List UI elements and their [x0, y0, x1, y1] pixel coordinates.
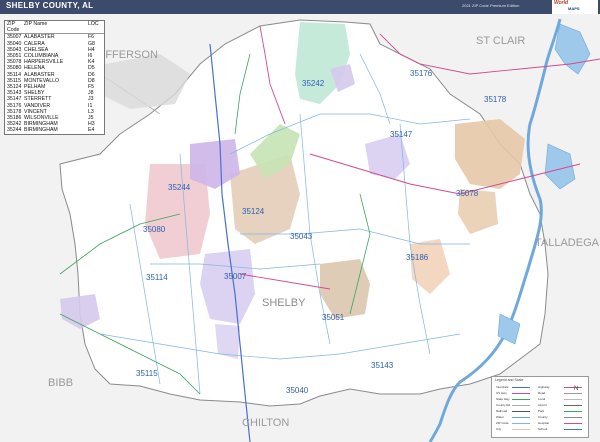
- zip-name-cell: BIRMINGHAM: [24, 127, 58, 134]
- zip-table-header: ZIP Code ZIP Name LOC: [5, 21, 104, 35]
- zip-label-35007: 35007: [224, 272, 247, 281]
- map-frame: SHELBY COUNTY, AL 2021 ZIP Code Premium …: [0, 0, 600, 442]
- legend-swatch: [564, 387, 582, 388]
- legend-swatch: [512, 393, 530, 394]
- legend-item: Hospital: [538, 421, 549, 425]
- zip-loc-cell: E4: [88, 127, 95, 134]
- legend-swatch: [564, 405, 582, 406]
- legend-item: Road: [538, 391, 546, 395]
- zip-label-35186: 35186: [406, 253, 429, 262]
- north-arrow-icon: N: [574, 386, 579, 392]
- zip-label-35147: 35147: [390, 130, 413, 139]
- publisher-logo[interactable]: World MAPS: [552, 0, 598, 14]
- zip-label-35051: 35051: [322, 313, 345, 322]
- zip-label-35043: 35043: [290, 232, 313, 241]
- zip-table-header-loc: LOC: [88, 21, 99, 27]
- legend-item: County Rd: [496, 403, 511, 407]
- county-label-bibb: BIBB: [48, 377, 73, 389]
- legend-swatch: [512, 417, 530, 418]
- logo-text-world: World: [554, 0, 569, 6]
- legend-swatch: [512, 387, 530, 388]
- legend-item: Local: [538, 397, 546, 401]
- county-label-jefferson: EFFERSON: [98, 49, 158, 61]
- legend-item: City: [496, 427, 502, 431]
- zip-label-35242: 35242: [302, 79, 325, 88]
- zip-label-35178: 35178: [484, 95, 507, 104]
- legend-swatch: [512, 411, 530, 412]
- legend-swatch: [564, 417, 582, 418]
- zip-label-35078: 35078: [456, 189, 479, 198]
- legend-item: Railroad: [496, 409, 508, 413]
- county-label-st-clair: ST CLAIR: [476, 35, 525, 47]
- zip-label-35080: 35080: [143, 225, 166, 234]
- zip-table-header-code: ZIP Code: [7, 21, 20, 34]
- map-title: SHELBY COUNTY, AL: [6, 1, 94, 10]
- legend-item: Interstate: [496, 385, 509, 389]
- legend-item: ZIP Code: [496, 421, 509, 425]
- zip-label-35143: 35143: [371, 361, 394, 370]
- legend-swatch: [564, 399, 582, 400]
- edition-label: 2021 ZIP Code Premium Edition: [462, 3, 520, 8]
- zip-table-row: 35244 BIRMINGHAM E4: [5, 127, 104, 133]
- zip-label-35176: 35176: [410, 69, 433, 78]
- legend-item: School: [538, 427, 548, 431]
- legend-swatch: [564, 423, 582, 424]
- zip-label-35244: 35244: [168, 183, 191, 192]
- legend-swatch: [564, 411, 582, 412]
- legend-item: State Hwy: [496, 397, 510, 401]
- county-label-chilton: CHILTON: [242, 417, 289, 429]
- legend-swatch: [512, 423, 530, 424]
- zip-label-35124: 35124: [242, 207, 265, 216]
- zip-label-35115: 35115: [136, 369, 158, 378]
- legend-swatch: [564, 393, 582, 394]
- legend-swatch: [512, 429, 530, 430]
- legend-swatch: [564, 429, 582, 430]
- legend-item: US Hwy: [496, 391, 507, 395]
- zip-code-cell: 35244: [7, 127, 22, 134]
- zip-label-35040: 35040: [286, 386, 309, 395]
- legend-item: Water: [496, 415, 504, 419]
- legend-swatch: [512, 405, 530, 406]
- legend-item: County: [538, 415, 548, 419]
- title-bar: SHELBY COUNTY, AL 2021 ZIP Code Premium …: [0, 0, 600, 14]
- zip-label-35114: 35114: [146, 273, 168, 282]
- county-label-talladega: TALLADEGA: [535, 237, 600, 249]
- legend-swatch: [512, 399, 530, 400]
- logo-text-maps: MAPS: [568, 6, 580, 11]
- legend-item: Park: [538, 409, 545, 413]
- legend-item: Highway: [538, 385, 550, 389]
- zip-code-index-table: ZIP Code ZIP Name LOC 35007 ALABASTER F6 3…: [4, 20, 105, 135]
- legend-item: Airport: [538, 403, 547, 407]
- legend-title: Legend and Scale: [495, 378, 524, 382]
- zip-table-header-name: ZIP Name: [24, 21, 48, 27]
- county-label-shelby: SHELBY: [262, 297, 306, 309]
